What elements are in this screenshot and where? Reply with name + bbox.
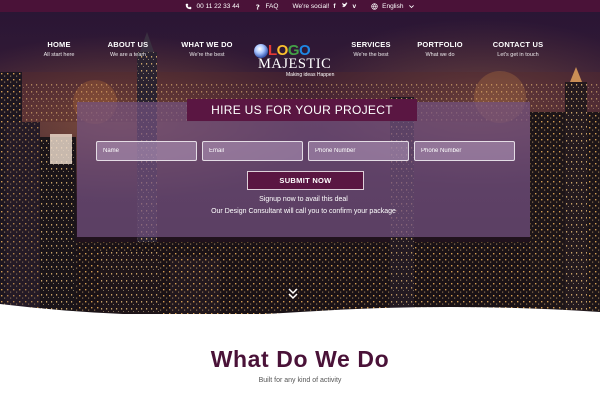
faq-link[interactable]: ? FAQ xyxy=(253,2,279,10)
social-group: We're social! f v xyxy=(292,2,356,11)
nav-subtitle: All start here xyxy=(43,52,75,58)
vimeo-icon[interactable]: v xyxy=(353,3,357,10)
email-field[interactable] xyxy=(202,141,303,161)
nav-title: CONTACT US xyxy=(492,40,544,49)
nav-title: ABOUT US xyxy=(107,40,149,49)
name-field[interactable] xyxy=(96,141,197,161)
language-label: English xyxy=(382,2,404,10)
section-title: What Do We Do xyxy=(210,346,390,372)
faq-label: FAQ xyxy=(265,2,279,10)
facebook-icon[interactable]: f xyxy=(333,3,335,10)
nav-title: HOME xyxy=(47,40,71,49)
logo[interactable]: LOGO MAJESTIC Making ideas Happen xyxy=(250,42,350,80)
phone-number: 00 11 22 33 44 xyxy=(196,2,240,10)
question-icon: ? xyxy=(253,2,261,10)
form-fields xyxy=(96,141,515,161)
top-bar: 00 11 22 33 44 ? FAQ We're social! f v E… xyxy=(0,0,600,12)
logo-tagline: Making ideas Happen xyxy=(286,72,335,78)
social-text: We're social! xyxy=(292,2,330,10)
nav-item-portfolio[interactable]: PORTFOLIO What we do xyxy=(400,40,480,58)
nav-title: PORTFOLIO xyxy=(417,40,463,49)
twitter-icon[interactable] xyxy=(341,2,348,11)
hero-section: HOME All start here ABOUT US We are a te… xyxy=(0,12,600,314)
phone-icon xyxy=(185,2,193,10)
phone-contact[interactable]: 00 11 22 33 44 xyxy=(185,2,240,10)
nav-subtitle: We are a team xyxy=(110,52,146,58)
form-title: HIRE US FOR YOUR PROJECT xyxy=(187,99,417,121)
section-subtitle: Built for any kind of activity xyxy=(258,377,342,384)
svg-text:?: ? xyxy=(256,3,260,10)
globe-icon xyxy=(370,2,378,10)
nav-item-contact-us[interactable]: CONTACT US Let's get in touch xyxy=(478,40,558,58)
phone-number-field[interactable] xyxy=(308,141,409,161)
nav-item-about-us[interactable]: ABOUT US We are a team xyxy=(88,40,168,58)
form-note-consultant: Our Design Consultant will call you to c… xyxy=(211,208,396,215)
phone-number-field-2[interactable] xyxy=(414,141,515,161)
chevron-down-icon xyxy=(407,2,415,10)
nav-subtitle: Let's get in touch xyxy=(497,52,539,58)
section-divider-wave xyxy=(0,304,600,322)
nav-subtitle: We're the best xyxy=(189,52,225,58)
language-selector[interactable]: English xyxy=(370,2,415,10)
nav-title: WHAT WE DO xyxy=(181,40,233,49)
hire-form-panel: HIRE US FOR YOUR PROJECT SUBMIT NOW Sign… xyxy=(77,99,530,237)
nav-item-home[interactable]: HOME All start here xyxy=(19,40,99,58)
submit-now-button[interactable]: SUBMIT NOW xyxy=(247,171,364,190)
nav-subtitle: What we do xyxy=(425,52,455,58)
nav-item-what-we-do[interactable]: WHAT WE DO We're the best xyxy=(167,40,247,58)
logo-name: MAJESTIC xyxy=(258,56,332,72)
form-note-signup: Signup now to avail this deal xyxy=(259,196,348,203)
